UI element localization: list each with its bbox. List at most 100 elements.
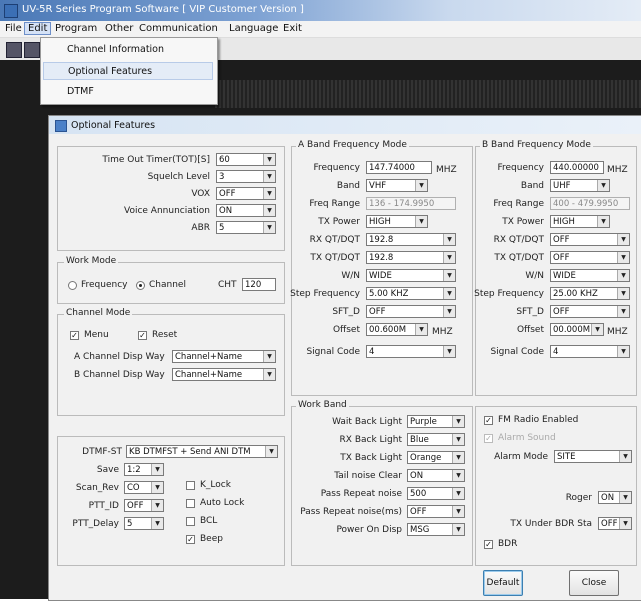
cht-input[interactable]: 120 <box>242 278 276 291</box>
channel-radio[interactable] <box>136 281 145 290</box>
abr-select[interactable]: 5 ▼ <box>216 221 276 234</box>
pass-repeat-noise-select[interactable]: 500 ▼ <box>407 487 465 500</box>
a-signal-code-select[interactable]: 4 ▼ <box>366 345 456 358</box>
a-band-title: A Band Frequency Mode <box>296 140 409 150</box>
channel-mode-group: Channel Mode ✓ Menu ✓ Reset A Channel Di… <box>57 308 285 416</box>
b-step-label: Step Frequency <box>474 289 544 299</box>
menu-file[interactable]: File <box>2 23 25 34</box>
chevron-down-icon: ▼ <box>617 234 629 245</box>
wait-back-light-select[interactable]: Purple ▼ <box>407 415 465 428</box>
chevron-down-icon: ▼ <box>452 470 464 481</box>
beep-checkbox[interactable]: ✓ <box>186 535 195 544</box>
squelch-select[interactable]: 3 ▼ <box>216 170 276 183</box>
bcl-checkbox[interactable] <box>186 517 195 526</box>
roger-label: Roger <box>565 493 592 503</box>
chevron-down-icon: ▼ <box>263 154 275 165</box>
chevron-down-icon: ▼ <box>452 434 464 445</box>
b-rx-qt-select[interactable]: OFF ▼ <box>550 233 630 246</box>
a-step-select[interactable]: 5.00 KHZ ▼ <box>366 287 456 300</box>
b-step-select[interactable]: 25.00 KHZ ▼ <box>550 287 630 300</box>
fm-radio-checkbox[interactable]: ✓ <box>484 416 493 425</box>
scan-rev-select[interactable]: CO ▼ <box>124 481 164 494</box>
menu-program[interactable]: Program <box>52 23 100 34</box>
tx-back-light-select[interactable]: Orange ▼ <box>407 451 465 464</box>
auto-lock-checkbox[interactable] <box>186 499 195 508</box>
alarm-sound-checkbox[interactable]: ✓ <box>484 434 493 443</box>
voice-select[interactable]: ON ▼ <box>216 204 276 217</box>
alarm-mode-select[interactable]: SITE ▼ <box>554 450 632 463</box>
menu-item-optional-features[interactable]: Optional Features <box>43 62 213 80</box>
vox-select[interactable]: OFF ▼ <box>216 187 276 200</box>
read-radio-icon[interactable] <box>6 42 22 58</box>
menu-item-dtmf[interactable]: DTMF <box>43 83 213 101</box>
chevron-down-icon: ▼ <box>619 518 631 529</box>
a-band-select[interactable]: VHF ▼ <box>366 179 428 192</box>
chevron-down-icon: ▼ <box>597 216 609 227</box>
chevron-down-icon: ▼ <box>151 464 163 475</box>
b-tx-qt-select[interactable]: OFF ▼ <box>550 251 630 264</box>
pass-repeat-noise-label: Pass Repeat noise <box>320 489 402 499</box>
tot-label: Time Out Timer(TOT)[S] <box>102 155 210 165</box>
ptt-id-select[interactable]: OFF ▼ <box>124 499 164 512</box>
ptt-delay-select[interactable]: 5 ▼ <box>124 517 164 530</box>
a-frequency-input[interactable]: 147.74000 <box>366 161 432 174</box>
voice-label: Voice Annunciation <box>124 206 210 216</box>
b-signal-code-select[interactable]: 4 ▼ <box>550 345 630 358</box>
pass-repeat-noise-ms-label: Pass Repeat noise(ms) <box>300 507 402 517</box>
menu-edit[interactable]: Edit <box>24 22 52 35</box>
a-offset-select[interactable]: 00.600M ▼ <box>366 323 428 336</box>
menu-other[interactable]: Other <box>102 23 136 34</box>
roger-select[interactable]: ON ▼ <box>598 491 632 504</box>
pass-repeat-noise-ms-select[interactable]: OFF ▼ <box>407 505 465 518</box>
menu-item-channel-information[interactable]: Channel Information <box>43 41 213 59</box>
b-tx-power-select[interactable]: HIGH ▼ <box>550 215 610 228</box>
tail-noise-select[interactable]: ON ▼ <box>407 469 465 482</box>
work-mode-group: Work Mode Frequency Channel CHT 120 <box>57 256 285 304</box>
tx-back-light-label: TX Back Light <box>340 453 402 463</box>
b-offset-select[interactable]: 00.000M ▼ <box>550 323 604 336</box>
menu-communication[interactable]: Communication <box>136 23 221 34</box>
menu-checkbox-label: Menu <box>84 330 109 340</box>
optional-features-dialog: Optional Features Time Out Timer(TOT)[S]… <box>48 115 641 601</box>
k-lock-checkbox[interactable] <box>186 481 195 490</box>
b-sft-select[interactable]: OFF ▼ <box>550 305 630 318</box>
rx-back-light-select[interactable]: Blue ▼ <box>407 433 465 446</box>
b-frequency-label: Frequency <box>497 163 545 173</box>
b-frequency-input[interactable]: 440.00000 <box>550 161 604 174</box>
power-on-disp-select[interactable]: MSG ▼ <box>407 523 465 536</box>
b-sft-label: SFT_D <box>516 307 544 317</box>
menu-language[interactable]: Language <box>226 23 281 34</box>
frequency-radio[interactable] <box>68 281 77 290</box>
reset-checkbox[interactable]: ✓ <box>138 331 147 340</box>
save-select[interactable]: 1:2 ▼ <box>124 463 164 476</box>
bdr-checkbox[interactable]: ✓ <box>484 540 493 549</box>
a-wn-select[interactable]: WIDE ▼ <box>366 269 456 282</box>
a-tx-qt-label: TX QT/DQT <box>310 253 360 263</box>
fm-alarm-group: ✓ FM Radio Enabled ✓ Alarm Sound Alarm M… <box>475 406 637 566</box>
menu-checkbox[interactable]: ✓ <box>70 331 79 340</box>
close-button[interactable]: Close <box>569 570 619 596</box>
a-sft-select[interactable]: OFF ▼ <box>366 305 456 318</box>
b-wn-label: W/N <box>525 271 544 281</box>
chevron-down-icon: ▼ <box>452 506 464 517</box>
dtmf-st-select[interactable]: KB DTMFST + Send ANI DTM ▼ <box>126 445 278 458</box>
tx-under-bdr-select[interactable]: OFF ▼ <box>598 517 632 530</box>
chevron-down-icon: ▼ <box>443 234 455 245</box>
write-radio-icon[interactable] <box>24 42 40 58</box>
a-tx-power-select[interactable]: HIGH ▼ <box>366 215 428 228</box>
default-button[interactable]: Default <box>483 570 523 596</box>
chevron-down-icon: ▼ <box>443 346 455 357</box>
b-band-label: Band <box>520 181 544 191</box>
bdr-label: BDR <box>498 539 518 549</box>
a-disp-select[interactable]: Channel+Name ▼ <box>172 350 276 363</box>
a-rx-qt-select[interactable]: 192.8 ▼ <box>366 233 456 246</box>
menu-exit[interactable]: Exit <box>280 23 305 34</box>
tot-select[interactable]: 60 ▼ <box>216 153 276 166</box>
b-band-select[interactable]: UHF ▼ <box>550 179 610 192</box>
b-disp-select[interactable]: Channel+Name ▼ <box>172 368 276 381</box>
alarm-sound-label: Alarm Sound <box>498 433 556 443</box>
a-tx-qt-select[interactable]: 192.8 ▼ <box>366 251 456 264</box>
squelch-label: Squelch Level <box>147 172 210 182</box>
channel-mode-title: Channel Mode <box>64 308 133 318</box>
b-wn-select[interactable]: WIDE ▼ <box>550 269 630 282</box>
